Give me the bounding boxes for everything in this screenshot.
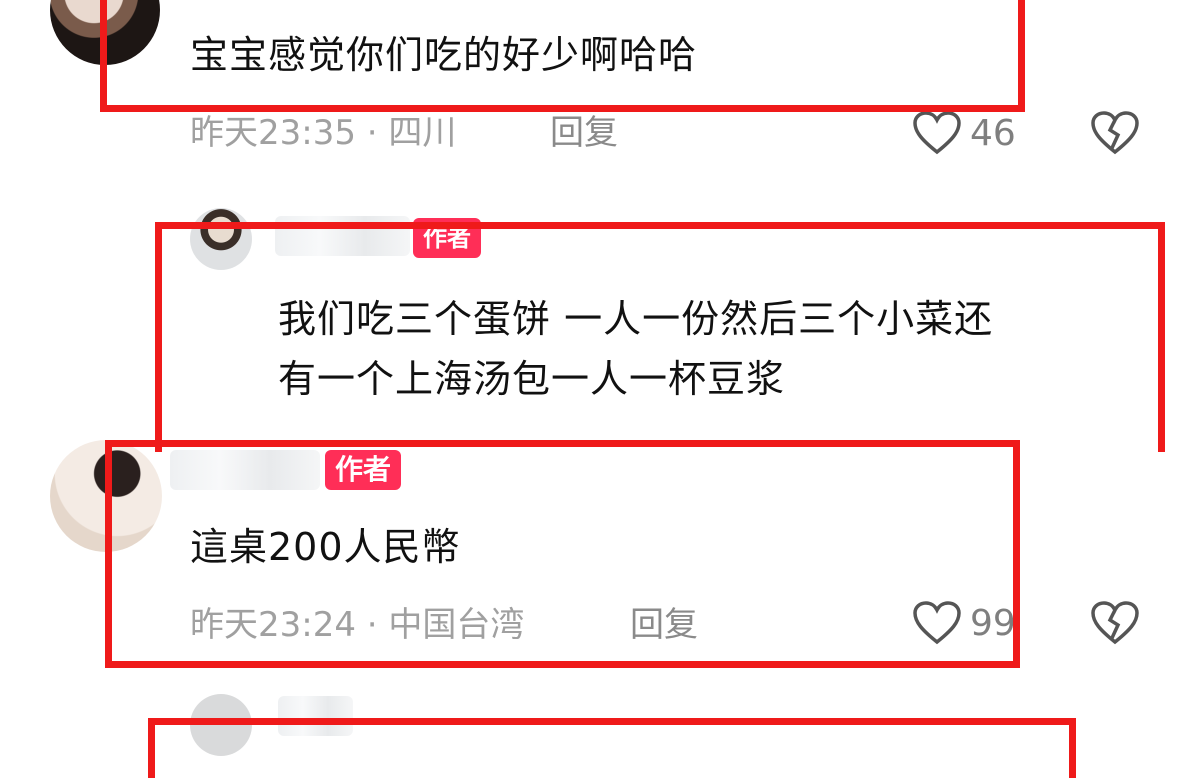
highlight-box <box>105 440 1020 668</box>
comment-time: 昨天23:35 <box>190 113 356 153</box>
highlight-box <box>155 222 1165 452</box>
broken-heart-icon <box>1090 600 1140 646</box>
comment-location: 四川 <box>388 113 457 153</box>
heart-icon <box>912 110 962 156</box>
like-button[interactable] <box>912 110 962 156</box>
highlight-box <box>148 718 1076 778</box>
dislike-button[interactable] <box>1090 110 1140 156</box>
highlight-box <box>100 0 1025 112</box>
like-count: 46 <box>970 113 1016 154</box>
comment-meta: 昨天23:35 · 四川 <box>190 113 456 153</box>
broken-heart-icon <box>1090 110 1140 156</box>
separator: · <box>366 113 378 153</box>
reply-button[interactable]: 回复 <box>550 113 618 153</box>
dislike-button[interactable] <box>1090 600 1140 646</box>
